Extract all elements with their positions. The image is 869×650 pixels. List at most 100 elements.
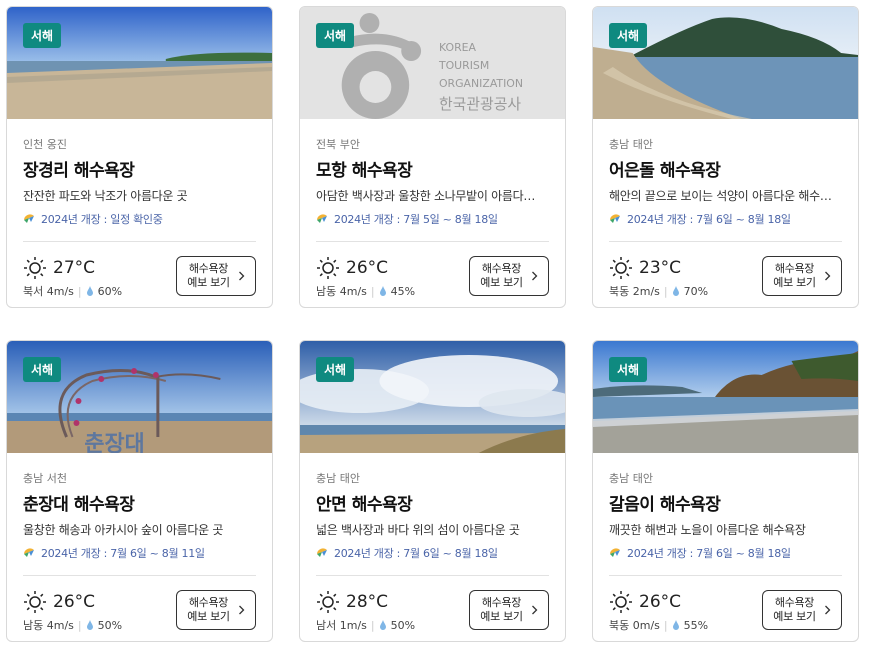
region-badge: 서해	[609, 357, 648, 382]
separator: |	[663, 284, 668, 298]
weather-summary: 26°C 북동 0m/s | 55% 해수욕장 예보 보기	[609, 590, 842, 633]
temperature: 26°C	[639, 592, 682, 612]
opening-period: 2024년 개장 : 7월 5일 ~ 8월 18일	[316, 211, 549, 227]
forecast-button[interactable]: 해수욕장 예보 보기	[762, 256, 842, 296]
beach-photo-placeholder[interactable]: KOREA TOURISM ORGANIZATION 한국관광공사 서해	[300, 7, 565, 119]
beach-description: 넓은 백사장과 바다 위의 섬이 아름다운 곳	[316, 523, 520, 537]
separator: |	[370, 618, 375, 632]
divider	[316, 575, 549, 576]
beach-photo[interactable]: 춘장대 서해	[7, 341, 272, 453]
water-drop-icon	[672, 286, 679, 296]
beach-card[interactable]: 서해 충남 태안 갈음이 해수욕장 깨끗한 해변과 노을이 아름다운 해수욕장 …	[592, 340, 859, 642]
forecast-button[interactable]: 해수욕장 예보 보기	[469, 256, 549, 296]
beach-photo[interactable]: 서해	[593, 341, 858, 453]
chevron-right-icon	[238, 605, 245, 615]
forecast-button-line2: 예보 보기	[187, 276, 230, 289]
wind: 남동 4m/s	[316, 285, 367, 298]
forecast-button-line2: 예보 보기	[773, 610, 816, 623]
separator: |	[77, 284, 82, 298]
water-drop-icon	[86, 620, 93, 630]
temperature: 23°C	[639, 258, 682, 278]
temperature: 26°C	[53, 592, 96, 612]
sun-icon	[610, 257, 632, 279]
weather-summary: 26°C 남동 4m/s | 50% 해수욕장 예보 보기	[23, 590, 256, 633]
region-label: 충남 서천	[23, 472, 67, 485]
divider	[609, 575, 842, 576]
temperature: 28°C	[346, 592, 389, 612]
beach-name[interactable]: 모항 해수욕장	[316, 156, 549, 181]
wind: 북서 4m/s	[23, 285, 74, 298]
separator: |	[370, 284, 375, 298]
beach-description: 잔잔한 파도와 낙조가 아름다운 곳	[23, 189, 188, 203]
parasol-icon	[317, 548, 327, 557]
forecast-button-line2: 예보 보기	[480, 610, 523, 623]
forecast-button[interactable]: 해수욕장 예보 보기	[469, 590, 549, 630]
chevron-right-icon	[531, 605, 538, 615]
divider	[316, 241, 549, 242]
weather-summary: 28°C 남서 1m/s | 50% 해수욕장 예보 보기	[316, 590, 549, 633]
sun-icon	[610, 591, 632, 613]
forecast-button-line1: 해수욕장	[481, 262, 522, 275]
beach-description: 울창한 해송과 아카시아 숲이 아름다운 곳	[23, 523, 224, 537]
beach-photo[interactable]: 서해	[7, 7, 272, 119]
weather-summary: 26°C 남동 4m/s | 45% 해수욕장 예보 보기	[316, 256, 549, 299]
beach-photo[interactable]: 서해	[300, 341, 565, 453]
region-label: 충남 태안	[609, 472, 653, 485]
separator: |	[77, 618, 82, 632]
opening-period-text: 2024년 개장 : 7월 6일 ~ 8월 11일	[41, 547, 205, 560]
opening-period: 2024년 개장 : 7월 6일 ~ 8월 11일	[23, 545, 256, 561]
forecast-button-line1: 해수욕장	[481, 596, 522, 609]
beach-name[interactable]: 안면 해수욕장	[316, 490, 549, 515]
wind: 남서 1m/s	[316, 619, 367, 632]
forecast-button[interactable]: 해수욕장 예보 보기	[176, 256, 256, 296]
forecast-button-line1: 해수욕장	[188, 596, 229, 609]
chevron-right-icon	[824, 605, 831, 615]
separator: |	[663, 618, 668, 632]
forecast-button-line2: 예보 보기	[480, 276, 523, 289]
beach-description: 깨끗한 해변과 노을이 아름다운 해수욕장	[609, 523, 806, 537]
forecast-button-line1: 해수욕장	[188, 262, 229, 275]
beach-description: 해안의 끝으로 보이는 석양이 아름다운 해수…	[609, 189, 832, 203]
temperature: 26°C	[346, 258, 389, 278]
beach-name[interactable]: 장경리 해수욕장	[23, 156, 256, 181]
region-label: 충남 태안	[316, 472, 360, 485]
weather-summary: 23°C 북동 2m/s | 70% 해수욕장 예보 보기	[609, 256, 842, 299]
region-badge: 서해	[23, 357, 62, 382]
parasol-icon	[24, 214, 34, 223]
beach-card[interactable]: 춘장대 서해 충남 서천 춘장대 해수욕장 울창한 해송과 아카시아 숲이 아름…	[6, 340, 273, 642]
parasol-icon	[610, 214, 620, 223]
beach-card-grid: 서해 인천 옹진 장경리 해수욕장 잔잔한 파도와 낙조가 아름다운 곳 202…	[0, 0, 869, 650]
opening-period-text: 2024년 개장 : 7월 5일 ~ 8월 18일	[334, 213, 498, 226]
opening-period-text: 2024년 개장 : 7월 6일 ~ 8월 18일	[627, 547, 791, 560]
opening-period-text: 2024년 개장 : 일정 확인중	[41, 213, 163, 226]
beach-name[interactable]: 어은돌 해수욕장	[609, 156, 842, 181]
parasol-icon	[24, 548, 34, 557]
beach-name[interactable]: 춘장대 해수욕장	[23, 490, 256, 515]
forecast-button[interactable]: 해수욕장 예보 보기	[176, 590, 256, 630]
forecast-button-line2: 예보 보기	[187, 610, 230, 623]
beach-card[interactable]: KOREA TOURISM ORGANIZATION 한국관광공사 서해 전북 …	[299, 6, 566, 308]
forecast-button[interactable]: 해수욕장 예보 보기	[762, 590, 842, 630]
forecast-button-line1: 해수욕장	[774, 596, 815, 609]
region-badge: 서해	[316, 357, 355, 382]
humidity: 50%	[390, 618, 416, 632]
wind: 북동 0m/s	[609, 619, 660, 632]
opening-period: 2024년 개장 : 7월 6일 ~ 8월 18일	[609, 211, 842, 227]
beach-name[interactable]: 갈음이 해수욕장	[609, 490, 842, 515]
opening-period: 2024년 개장 : 일정 확인중	[23, 211, 256, 227]
opening-period-text: 2024년 개장 : 7월 6일 ~ 8월 18일	[334, 547, 498, 560]
chevron-right-icon	[531, 271, 538, 281]
beach-photo[interactable]: 서해	[593, 7, 858, 119]
chevron-right-icon	[824, 271, 831, 281]
opening-period: 2024년 개장 : 7월 6일 ~ 8월 18일	[609, 545, 842, 561]
logo-text: TOURISM	[438, 59, 489, 72]
chevron-right-icon	[238, 271, 245, 281]
temperature: 27°C	[53, 258, 96, 278]
region-badge: 서해	[316, 23, 355, 48]
water-drop-icon	[379, 286, 386, 296]
sun-icon	[24, 591, 46, 613]
beach-card[interactable]: 서해 인천 옹진 장경리 해수욕장 잔잔한 파도와 낙조가 아름다운 곳 202…	[6, 6, 273, 308]
region-badge: 서해	[23, 23, 62, 48]
beach-card[interactable]: 서해 충남 태안 안면 해수욕장 넓은 백사장과 바다 위의 섬이 아름다운 곳…	[299, 340, 566, 642]
beach-card[interactable]: 서해 충남 태안 어은돌 해수욕장 해안의 끝으로 보이는 석양이 아름다운 해…	[592, 6, 859, 308]
